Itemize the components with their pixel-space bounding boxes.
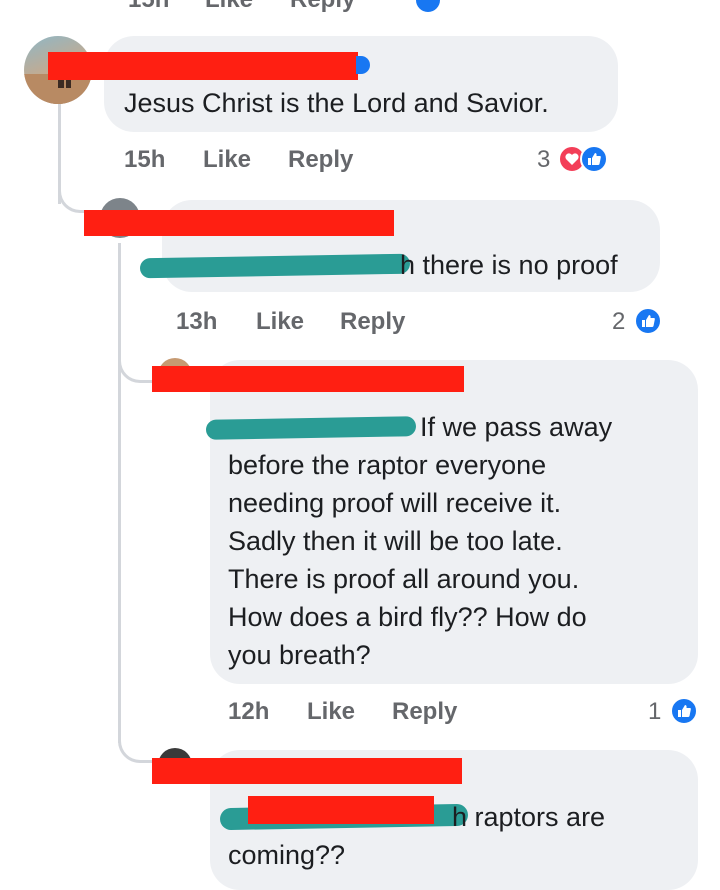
comment-3-line-7: you breath?	[228, 640, 371, 670]
comment-4-author-redaction	[152, 758, 462, 784]
thumbs-up-icon	[588, 153, 601, 165]
comment-4-line-1: h raptors are	[452, 802, 606, 832]
thumbs-up-icon	[678, 705, 691, 717]
comment-2-time: 13h	[176, 308, 218, 335]
top-like-button[interactable]: Like	[205, 0, 253, 14]
thread-curve-1	[58, 150, 103, 213]
comment-3-line-1: If we pass away	[420, 412, 613, 442]
thread-curve-3	[118, 700, 161, 763]
comment-1-time: 15h	[124, 146, 166, 173]
like-icon[interactable]	[580, 145, 608, 173]
thumbs-up-icon	[642, 315, 655, 327]
comment-1-text: Jesus Christ is the Lord and Savior.	[124, 88, 549, 118]
comment-4-line-2: coming??	[228, 840, 346, 870]
comment-2-reply-button[interactable]: Reply	[340, 308, 405, 336]
heart-icon	[565, 153, 579, 165]
comment-4-mention-red-redaction	[248, 796, 434, 824]
comment-3-reaction-count: 1	[648, 698, 662, 725]
comment-1-author-redaction	[48, 52, 358, 80]
top-time: 15h	[128, 0, 169, 14]
comment-3-line-3: needing proof will receive it.	[228, 488, 562, 518]
comment-3-mention-redaction	[205, 416, 417, 440]
comment-2-like-button[interactable]: Like	[256, 308, 304, 336]
top-like-icon	[414, 0, 442, 14]
comment-2-reaction-count: 2	[612, 308, 626, 335]
comment-3-line-6: How does a bird fly?? How do	[228, 602, 587, 632]
comment-3-line-2: before the raptor everyone	[228, 450, 547, 480]
like-icon[interactable]	[634, 307, 662, 335]
top-reply-button[interactable]: Reply	[290, 0, 355, 14]
comment-1-reply-button[interactable]: Reply	[288, 146, 353, 174]
comment-3-time: 12h	[228, 698, 270, 725]
comment-2-author-redaction	[84, 210, 394, 236]
comment-2-text: h there is no proof	[400, 250, 618, 280]
comment-1-like-button[interactable]: Like	[203, 146, 251, 174]
comment-1-reaction-count: 3	[537, 146, 551, 173]
comment-3-line-5: There is proof all around you.	[228, 564, 580, 594]
comment-3-like-button[interactable]: Like	[307, 698, 355, 726]
thread-line-sub	[118, 243, 121, 743]
comment-3-author-redaction	[152, 366, 464, 392]
like-icon[interactable]	[670, 697, 698, 725]
comment-3-line-4: Sadly then it will be too late.	[228, 526, 563, 556]
comment-3-reply-button[interactable]: Reply	[392, 698, 457, 726]
